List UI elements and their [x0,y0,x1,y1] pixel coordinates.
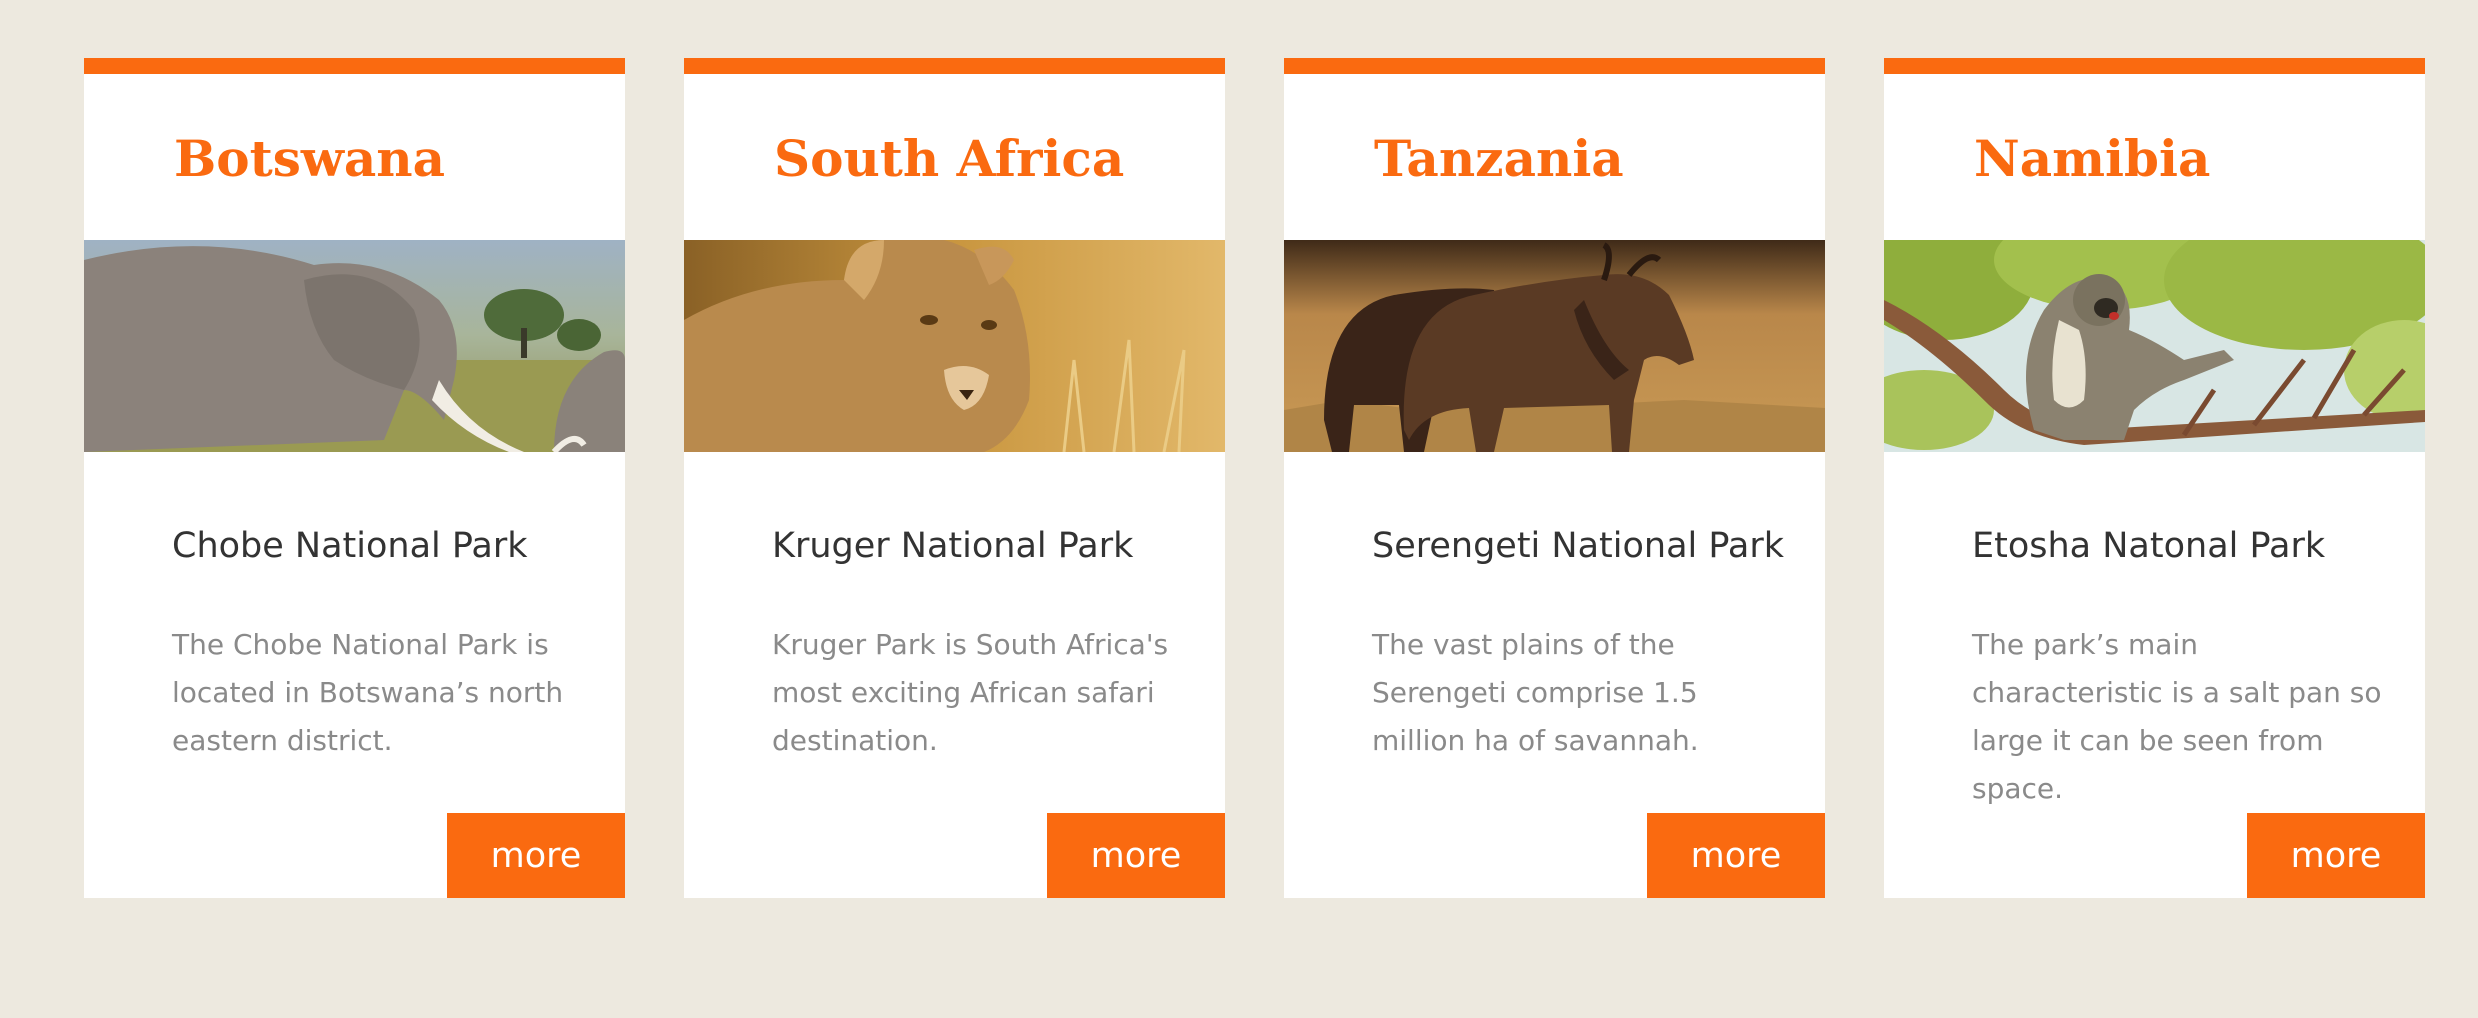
park-description: The park’s main characteristic is a salt… [1972,628,2382,805]
park-name: Kruger National Park [772,526,1134,566]
more-button[interactable]: more [1047,813,1225,898]
card-tanzania: Tanzania Serengeti National Park The vas… [1284,58,1825,898]
park-description: The Chobe National Park is located in Bo… [172,628,564,757]
more-button[interactable]: more [2247,813,2425,898]
park-name: Chobe National Park [172,526,528,566]
elephant-photo [84,240,625,452]
card-south-africa: South Africa Kruger National Park Kruger… [684,58,1225,898]
park-description: Kruger Park is South Africa's most excit… [772,628,1169,757]
monkey-photo [1884,240,2425,452]
park-name: Serengeti National Park [1372,526,1785,566]
country-title: Botswana [174,129,446,188]
park-name: Etosha Natonal Park [1972,526,2326,566]
lioness-photo [684,240,1225,452]
more-button[interactable]: more [447,813,625,898]
country-title: South Africa [774,129,1125,188]
card-namibia: Namibia Etosha Natonal Park The park’s m… [1884,58,2425,898]
country-title: Namibia [1974,129,2211,188]
country-title: Tanzania [1374,129,1624,188]
more-button[interactable]: more [1647,813,1825,898]
wildebeest-photo [1284,240,1825,452]
card-botswana: Botswana Chobe National Park The Chobe N… [84,58,625,898]
park-description: The vast plains of the Serengeti compris… [1372,628,1699,757]
destination-cards: Botswana Chobe National Park The Chobe N… [0,0,2478,1018]
